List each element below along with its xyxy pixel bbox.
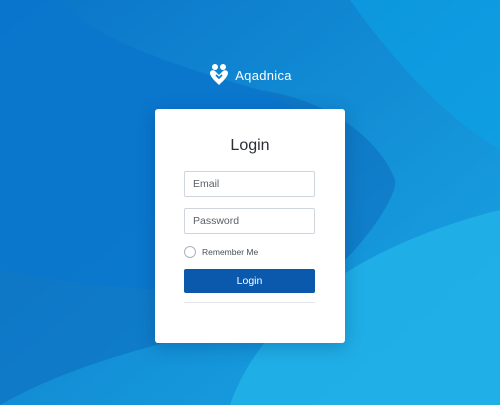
brand-header: Aqadnica [0,63,500,87]
email-input[interactable] [184,171,315,197]
remember-me-row[interactable]: Remember Me [184,246,258,258]
card-divider [184,302,315,303]
login-card: Login Remember Me Login [155,109,345,343]
heart-people-icon [208,63,230,87]
brand-name: Aqadnica [235,67,292,83]
login-button[interactable]: Login [184,269,315,293]
remember-me-label[interactable]: Remember Me [202,247,258,257]
remember-me-checkbox[interactable] [184,246,196,258]
password-input[interactable] [184,208,315,234]
login-title: Login [230,137,270,154]
